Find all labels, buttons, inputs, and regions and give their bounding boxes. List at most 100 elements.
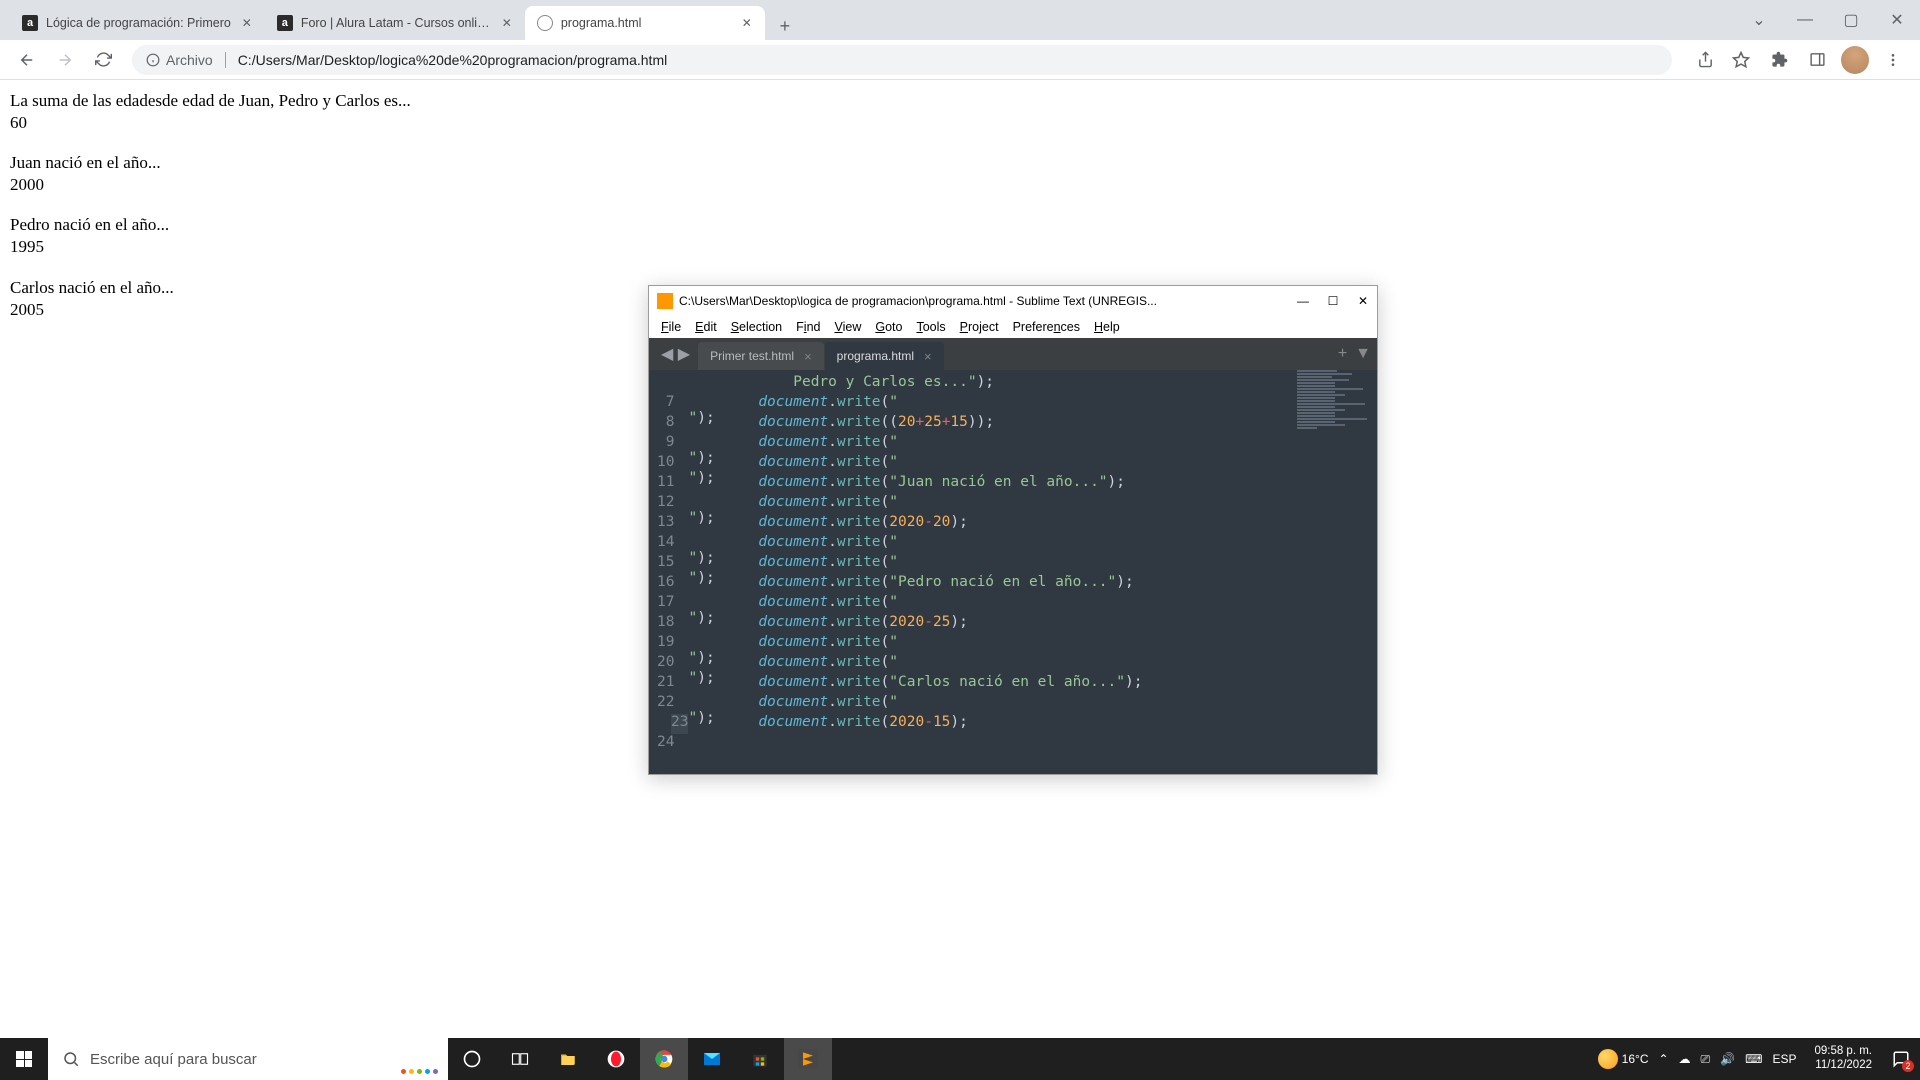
- tab-alura-2[interactable]: a Foro | Alura Latam - Cursos online ✕: [265, 6, 525, 40]
- chrome-tab-strip: a Lógica de programación: Primero ✕ a Fo…: [0, 0, 1920, 40]
- site-info-icon[interactable]: Archivo: [146, 52, 213, 68]
- chrome-toolbar: Archivo C:/Users/Mar/Desktop/logica%20de…: [0, 40, 1920, 80]
- window-controls: ⌄ — ▢ ✕: [1736, 0, 1920, 40]
- sublime-tabs: ◀ ▶ Primer test.html × programa.html × +…: [649, 338, 1377, 370]
- editor-area[interactable]: 789101112131415161718192021222324 Pedro …: [649, 370, 1377, 774]
- minimize-button[interactable]: —: [1297, 294, 1309, 308]
- close-icon[interactable]: ×: [924, 349, 932, 364]
- tab-programa[interactable]: programa.html ✕: [525, 6, 765, 40]
- windows-taskbar: Escribe aquí para buscar: [0, 1038, 1920, 1080]
- task-view-icon[interactable]: [496, 1038, 544, 1080]
- search-icon: [62, 1050, 80, 1068]
- code-text[interactable]: Pedro y Carlos es..."); document.write("…: [688, 370, 1377, 774]
- sublime-titlebar[interactable]: C:\Users\Mar\Desktop\logica de programac…: [649, 286, 1377, 316]
- weather-icon: [1598, 1049, 1618, 1069]
- minimap[interactable]: [1289, 370, 1377, 774]
- favicon-alura: a: [22, 15, 38, 31]
- weather-widget[interactable]: 16°C: [1598, 1049, 1649, 1069]
- forward-button[interactable]: [48, 43, 82, 77]
- favicon-alura: a: [277, 15, 293, 31]
- chrome-icon[interactable]: [640, 1038, 688, 1080]
- clock[interactable]: 09:58 p. m. 11/12/2022: [1806, 1045, 1880, 1073]
- volume-icon[interactable]: 🔊: [1720, 1052, 1735, 1066]
- extensions-icon[interactable]: [1762, 43, 1796, 77]
- sublime-window-title: C:\Users\Mar\Desktop\logica de programac…: [679, 294, 1289, 308]
- text-pedro: Pedro nació en el año...: [10, 214, 1910, 236]
- close-icon[interactable]: ×: [804, 349, 812, 364]
- profile-avatar[interactable]: [1838, 43, 1872, 77]
- sublime-window[interactable]: C:\Users\Mar\Desktop\logica de programac…: [648, 285, 1378, 775]
- menu-tools[interactable]: Tools: [910, 319, 951, 335]
- date: 11/12/2022: [1814, 1059, 1872, 1073]
- bookmark-star-icon[interactable]: [1724, 43, 1758, 77]
- tab-title: programa.html: [561, 16, 731, 30]
- tab-title: Lógica de programación: Primero: [46, 16, 231, 30]
- weather-temp: 16°C: [1622, 1052, 1649, 1066]
- text-sum: La suma de las edadesde edad de Juan, Pe…: [10, 90, 1910, 112]
- onedrive-icon[interactable]: ☁: [1679, 1052, 1691, 1066]
- close-button[interactable]: ✕: [1357, 294, 1369, 308]
- menu-project[interactable]: Project: [954, 319, 1005, 335]
- addr-separator: [225, 52, 226, 68]
- opera-icon[interactable]: [592, 1038, 640, 1080]
- tray-chevron-icon[interactable]: ⌃: [1658, 1052, 1668, 1066]
- menu-edit[interactable]: Edit: [689, 319, 723, 335]
- mail-icon[interactable]: [688, 1038, 736, 1080]
- search-placeholder: Escribe aquí para buscar: [90, 1051, 257, 1068]
- menu-preferences[interactable]: Preferences: [1007, 319, 1086, 335]
- maximize-button[interactable]: ▢: [1828, 0, 1874, 40]
- keyboard-icon[interactable]: ⌨: [1745, 1052, 1762, 1066]
- menu-find[interactable]: Find: [790, 319, 826, 335]
- cortana-icon[interactable]: [448, 1038, 496, 1080]
- notifications-icon[interactable]: 2: [1890, 1048, 1912, 1070]
- new-tab-button[interactable]: +: [771, 12, 799, 40]
- close-icon[interactable]: ✕: [499, 15, 515, 31]
- menu-file[interactable]: File: [655, 319, 687, 335]
- menu-help[interactable]: Help: [1088, 319, 1126, 335]
- tab-label: programa.html: [837, 349, 914, 363]
- close-icon[interactable]: ✕: [239, 15, 255, 31]
- url-text: C:/Users/Mar/Desktop/logica%20de%20progr…: [238, 52, 668, 68]
- close-icon[interactable]: ✕: [739, 15, 755, 31]
- tab-nav-arrows[interactable]: ◀ ▶: [657, 338, 698, 370]
- sublime-icon[interactable]: [784, 1038, 832, 1080]
- menu-view[interactable]: View: [828, 319, 867, 335]
- microsoft-store-icon[interactable]: [736, 1038, 784, 1080]
- notif-badge: 2: [1902, 1060, 1914, 1072]
- tab-label: Primer test.html: [710, 349, 794, 363]
- taskbar-search[interactable]: Escribe aquí para buscar: [48, 1038, 448, 1080]
- menu-selection[interactable]: Selection: [725, 319, 788, 335]
- line-numbers: 789101112131415161718192021222324: [649, 370, 688, 774]
- value-sum: 60: [10, 112, 1910, 134]
- new-tab-button[interactable]: +: [1338, 345, 1347, 363]
- tab-title: Foro | Alura Latam - Cursos online: [301, 16, 491, 30]
- file-tab-programa[interactable]: programa.html ×: [825, 342, 944, 370]
- touchpad-icon[interactable]: ⎚: [1701, 1052, 1711, 1067]
- back-button[interactable]: [10, 43, 44, 77]
- minimize-button[interactable]: —: [1782, 0, 1828, 40]
- time: 09:58 p. m.: [1814, 1045, 1872, 1059]
- tab-dropdown-icon[interactable]: ▼: [1355, 345, 1371, 363]
- file-explorer-icon[interactable]: [544, 1038, 592, 1080]
- system-tray: 16°C ⌃ ☁ ⎚ 🔊 ⌨ ESP 09:58 p. m. 11/12/202…: [1590, 1038, 1920, 1080]
- reload-button[interactable]: [86, 43, 120, 77]
- value-pedro: 1995: [10, 236, 1910, 258]
- sidepanel-icon[interactable]: [1800, 43, 1834, 77]
- favicon-file-icon: [537, 15, 553, 31]
- menu-goto[interactable]: Goto: [869, 319, 908, 335]
- maximize-button[interactable]: ☐: [1327, 294, 1339, 308]
- share-icon[interactable]: [1688, 43, 1722, 77]
- tab-alura-1[interactable]: a Lógica de programación: Primero ✕: [10, 6, 265, 40]
- addr-prefix: Archivo: [166, 52, 213, 68]
- search-dots-decoration: [401, 1069, 438, 1074]
- address-bar[interactable]: Archivo C:/Users/Mar/Desktop/logica%20de…: [132, 45, 1672, 75]
- kebab-menu-icon[interactable]: [1876, 43, 1910, 77]
- language-indicator[interactable]: ESP: [1772, 1052, 1796, 1066]
- start-button[interactable]: [0, 1038, 48, 1080]
- taskbar-apps: [448, 1038, 832, 1080]
- file-tab-primer-test[interactable]: Primer test.html ×: [698, 342, 824, 370]
- tab-search-icon[interactable]: ⌄: [1736, 0, 1782, 40]
- text-juan: Juan nació en el año...: [10, 152, 1910, 174]
- close-button[interactable]: ✕: [1874, 0, 1920, 40]
- sublime-menubar[interactable]: File Edit Selection Find View Goto Tools…: [649, 316, 1377, 338]
